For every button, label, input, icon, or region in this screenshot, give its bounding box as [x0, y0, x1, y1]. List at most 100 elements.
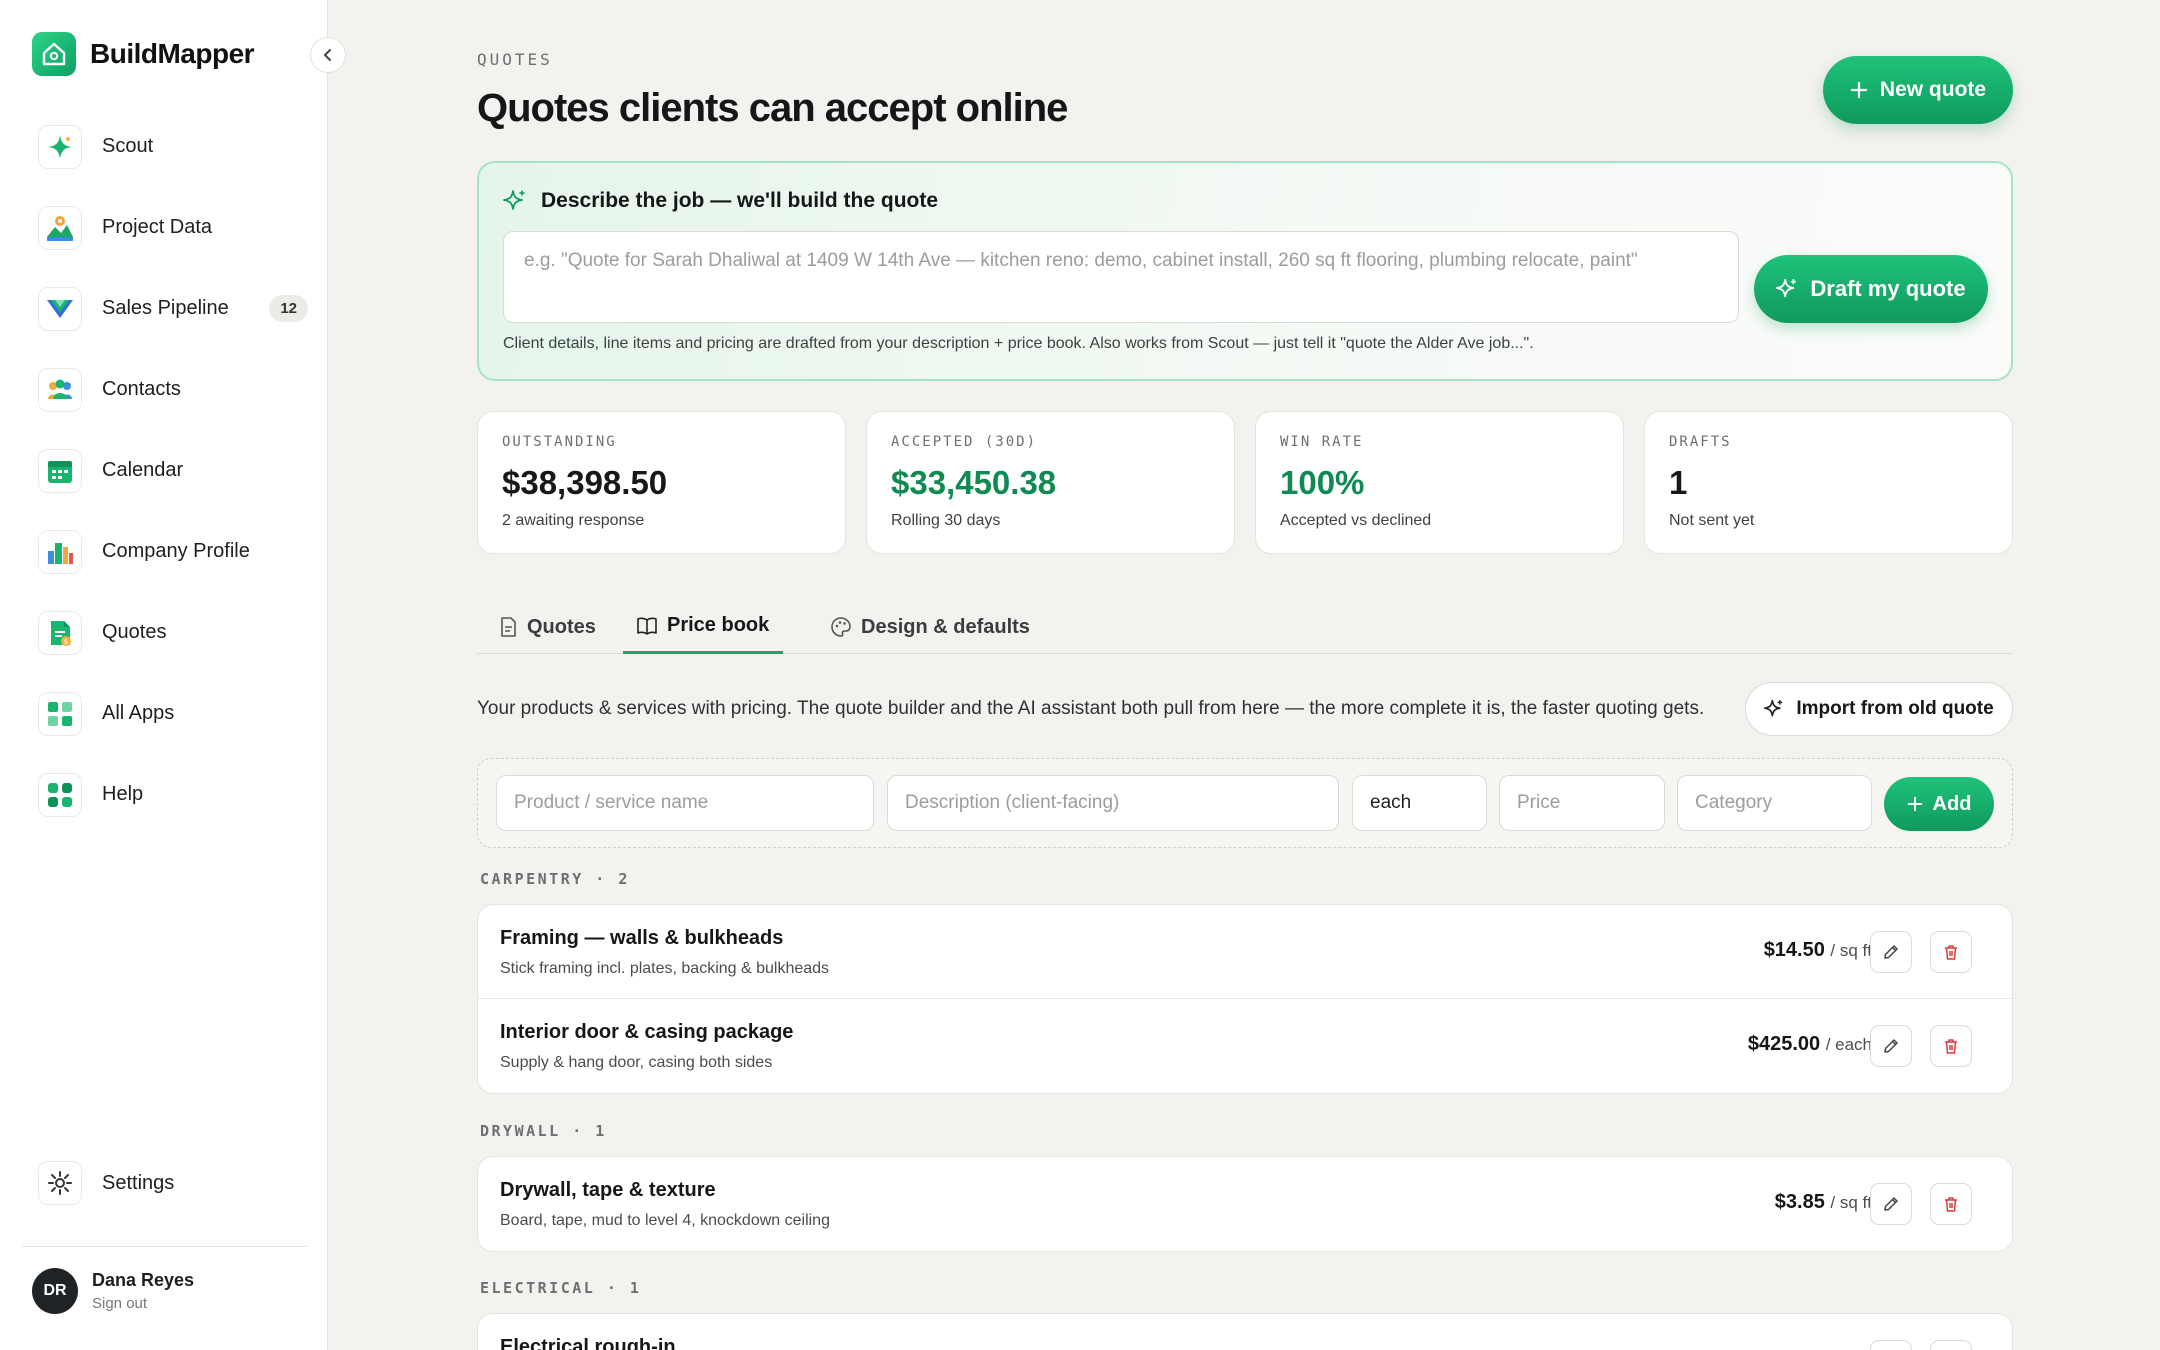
plus-icon — [1850, 81, 1868, 99]
item-name: Framing — walls & bulkheads — [500, 927, 784, 949]
sidebar-item-help[interactable]: Help — [38, 754, 308, 835]
item-price: $3.85 / sq ft — [1775, 1191, 1872, 1214]
product-name-input[interactable] — [496, 775, 874, 831]
sparkle-icon — [503, 190, 525, 210]
brand-name: BuildMapper — [90, 38, 255, 69]
edit-item-button[interactable] — [1870, 931, 1912, 973]
pencil-icon — [1884, 1197, 1898, 1211]
brand[interactable]: BuildMapper — [32, 32, 255, 76]
sidebar-item-settings[interactable]: Settings — [38, 1161, 174, 1205]
tab-label: Design & defaults — [861, 615, 1030, 638]
user-profile[interactable]: DR Dana Reyes Sign out — [32, 1268, 194, 1314]
pencil-icon — [1884, 945, 1898, 959]
sidebar-item-contacts[interactable]: Contacts — [38, 349, 308, 430]
sparkle-icon — [1764, 699, 1783, 717]
import-label: Import from old quote — [1796, 698, 1994, 719]
item-description: Supply & hang door, casing both sides — [500, 1054, 773, 1071]
tab-label: Quotes — [527, 615, 596, 638]
collapse-sidebar-button[interactable] — [310, 37, 346, 73]
ai-quote-heading: Describe the job — we'll build the quote — [503, 189, 938, 213]
price-book-description: Your products & services with pricing. T… — [477, 698, 1705, 719]
delete-item-button[interactable] — [1930, 931, 1972, 973]
sidebar-item-calendar[interactable]: Calendar — [38, 430, 308, 511]
chevron-left-icon — [324, 49, 331, 61]
edit-item-button[interactable] — [1870, 1183, 1912, 1225]
sidebar-item-company-profile[interactable]: Company Profile — [38, 511, 308, 592]
stat-sub: Accepted vs declined — [1280, 512, 1432, 529]
category-label-drywall: DRYWALL · 1 — [480, 1122, 607, 1140]
description-input[interactable] — [887, 775, 1339, 831]
item-name: Interior door & casing package — [500, 1021, 794, 1043]
price-amount: $425.00 — [1747, 1033, 1821, 1055]
edit-item-button[interactable] — [1870, 1025, 1912, 1067]
job-description-input[interactable] — [503, 231, 1739, 323]
edit-item-button[interactable] — [1870, 1340, 1912, 1350]
stat-sub: Rolling 30 days — [891, 512, 1001, 529]
draft-quote-button[interactable]: Draft my quote — [1754, 255, 1988, 323]
list-item: Electrical rough-in — [478, 1314, 2012, 1350]
sidebar-item-quotes[interactable]: $ Quotes — [38, 592, 308, 673]
stat-value: 1 — [1669, 464, 1688, 501]
sidebar-nav: Scout Project Data Sales Pipeline 12 Con… — [38, 106, 308, 835]
stat-sub: 2 awaiting response — [502, 512, 645, 529]
import-from-old-quote-button[interactable]: Import from old quote — [1745, 682, 2013, 736]
sidebar-item-label: Contacts — [102, 378, 181, 400]
item-name: Electrical rough-in — [500, 1336, 676, 1350]
sidebar-item-project-data[interactable]: Project Data — [38, 187, 308, 268]
stats-row: OUTSTANDING $38,398.50 2 awaiting respon… — [477, 411, 2013, 554]
stat-sub: Not sent yet — [1669, 512, 1755, 529]
stat-value: $38,398.50 — [502, 464, 668, 501]
tab-design-defaults[interactable]: Design & defaults — [817, 600, 1044, 654]
price-unit: / each — [1825, 1035, 1872, 1054]
stat-label: WIN RATE — [1280, 434, 1364, 450]
calendar-icon — [38, 448, 82, 493]
sidebar-item-label: All Apps — [102, 702, 175, 724]
user-name: Dana Reyes — [92, 1270, 195, 1290]
sidebar-item-label: Help — [102, 783, 144, 805]
category-group-carpentry: Framing — walls & bulkheads Stick framin… — [477, 904, 2013, 1094]
stat-label: OUTSTANDING — [502, 434, 617, 450]
stat-outstanding: OUTSTANDING $38,398.50 2 awaiting respon… — [477, 411, 846, 554]
category-input[interactable] — [1677, 775, 1872, 831]
add-item-button[interactable]: Add — [1884, 777, 1994, 831]
tab-label: Price book — [667, 614, 770, 636]
price-unit: / sq ft — [1830, 1193, 1872, 1212]
new-quote-button[interactable]: New quote — [1823, 56, 2013, 124]
category-label-electrical: ELECTRICAL · 1 — [480, 1279, 642, 1297]
sidebar-item-label: Project Data — [102, 216, 213, 238]
sidebar-item-label: Quotes — [102, 621, 167, 643]
unit-select[interactable] — [1352, 775, 1487, 831]
book-icon — [637, 617, 657, 635]
buildmapper-logo-icon — [32, 32, 76, 76]
grid-icon — [38, 691, 82, 736]
sidebar-divider — [22, 1246, 308, 1247]
sidebar-item-label: Scout — [102, 135, 154, 157]
sparkle-icon — [1776, 278, 1797, 298]
stat-drafts: DRAFTS 1 Not sent yet — [1644, 411, 2013, 554]
document-icon — [501, 617, 516, 637]
ai-heading-text: Describe the job — we'll build the quote — [541, 189, 939, 212]
sidebar-item-sales-pipeline[interactable]: Sales Pipeline 12 — [38, 268, 308, 349]
map-pin-icon — [38, 205, 82, 250]
plus-icon — [1907, 796, 1922, 812]
sparkle-icon — [38, 124, 82, 169]
delete-item-button[interactable] — [1930, 1340, 1972, 1350]
tab-quotes[interactable]: Quotes — [485, 600, 610, 654]
sidebar-item-all-apps[interactable]: All Apps — [38, 673, 308, 754]
price-input[interactable] — [1499, 775, 1665, 831]
draft-quote-label: Draft my quote — [1810, 276, 1966, 301]
list-item: Interior door & casing package Supply & … — [478, 999, 2012, 1093]
settings-label: Settings — [102, 1171, 175, 1194]
people-icon — [38, 367, 82, 412]
delete-item-button[interactable] — [1930, 1025, 1972, 1067]
tab-price-book[interactable]: Price book — [623, 600, 784, 654]
add-label: Add — [1932, 792, 1972, 815]
avatar: DR — [32, 1268, 78, 1314]
item-description: Board, tape, mud to level 4, knockdown c… — [500, 1212, 830, 1229]
page-title: Quotes clients can accept online — [477, 86, 1068, 130]
sidebar: BuildMapper Scout Project Data Sales Pip… — [0, 0, 346, 1350]
tab-bar: Quotes Price book Design & defaults — [477, 600, 2013, 654]
sign-out-link[interactable]: Sign out — [92, 1295, 194, 1312]
delete-item-button[interactable] — [1930, 1183, 1972, 1225]
sidebar-item-scout[interactable]: Scout — [38, 106, 308, 187]
